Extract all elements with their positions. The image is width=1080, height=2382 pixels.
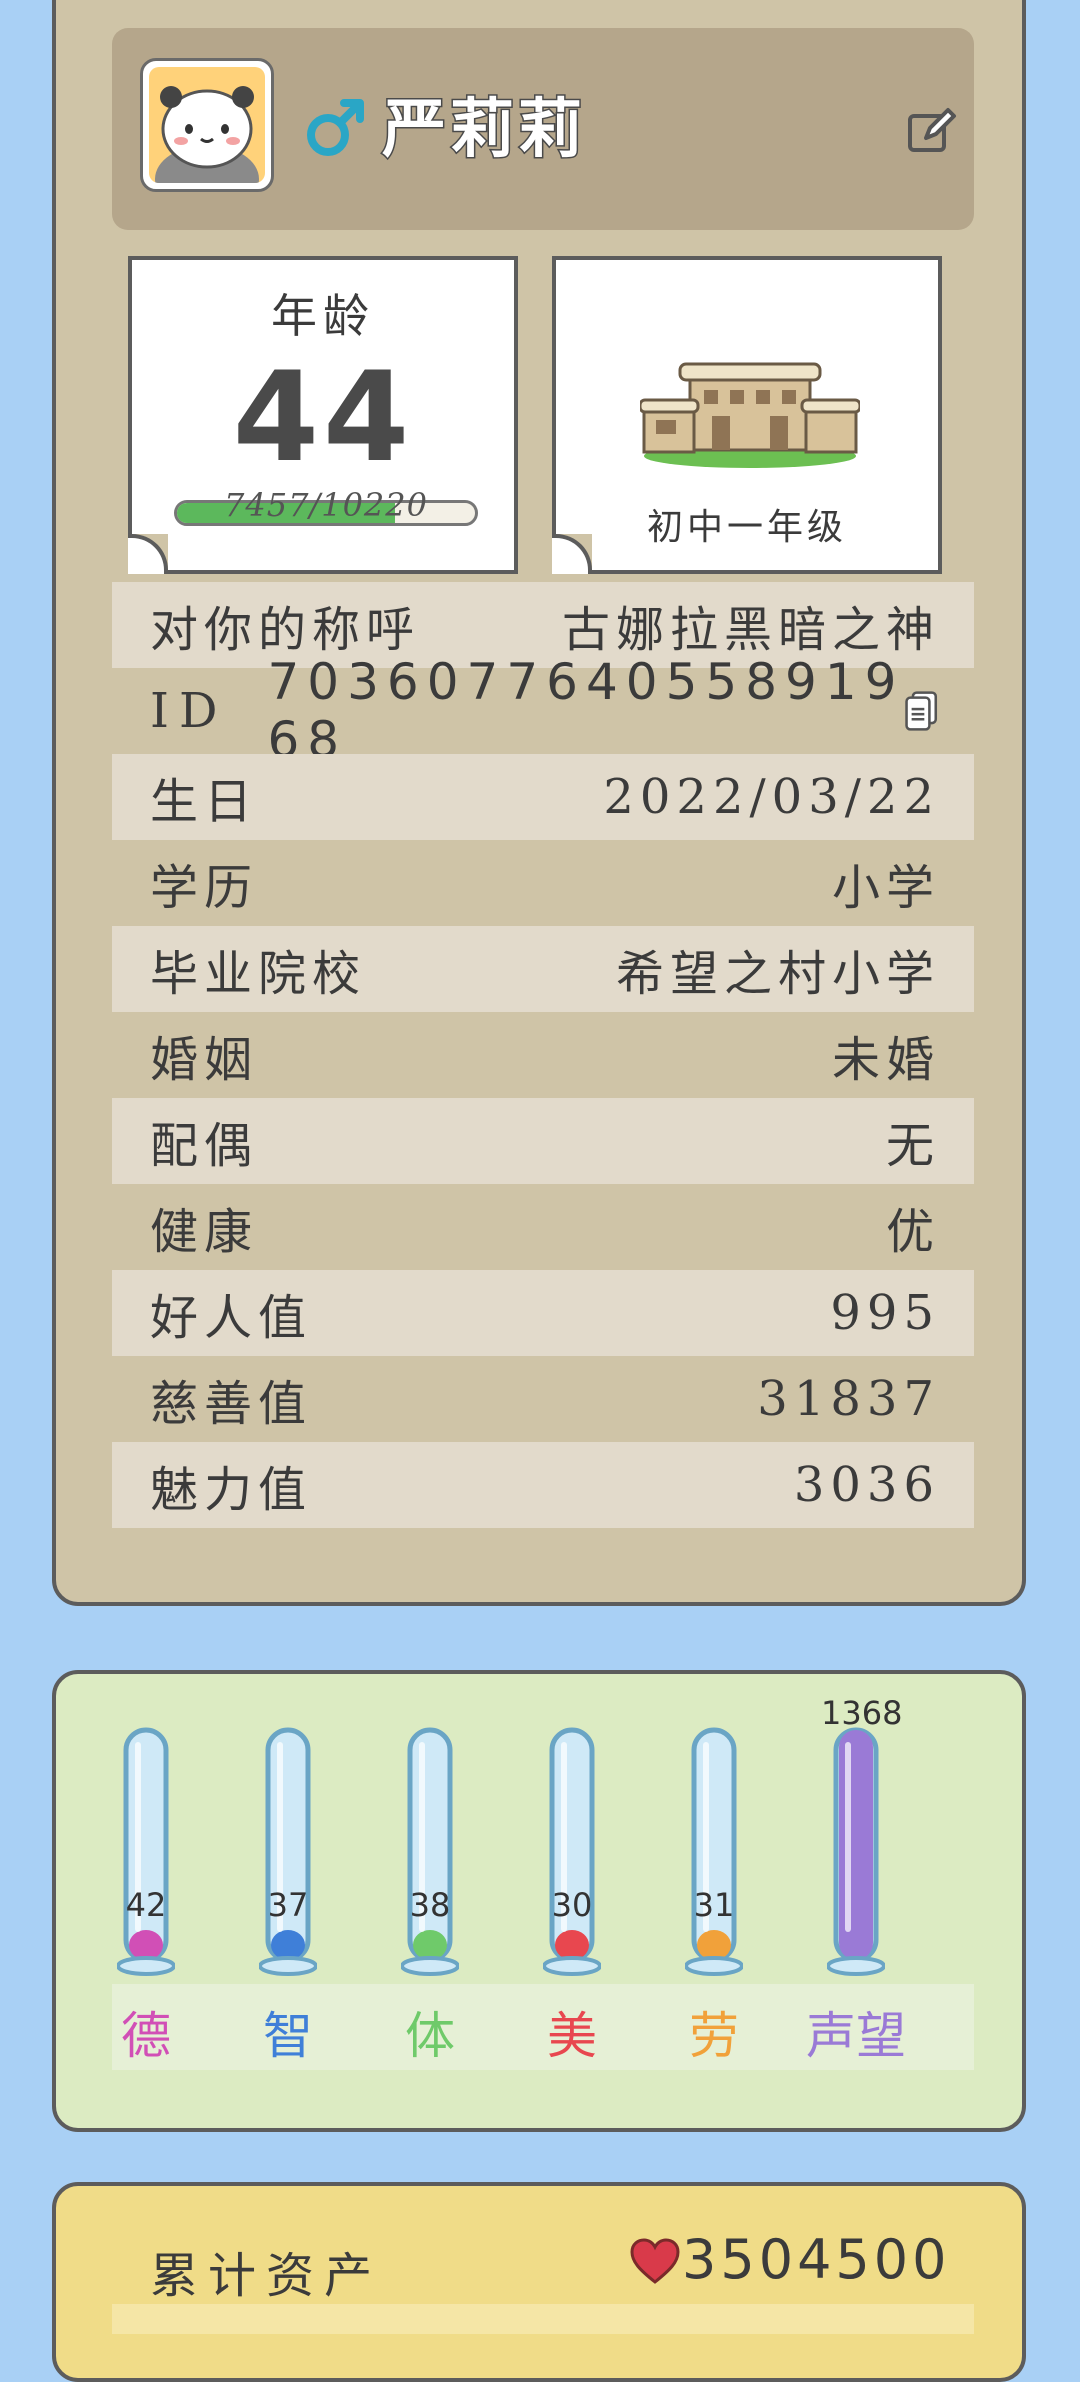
stat-label: 德 (121, 2007, 171, 2065)
stat-value: 38 (409, 1886, 451, 1924)
info-row-spouse: 配偶 无 (112, 1098, 974, 1184)
stat-label: 美 (547, 2007, 597, 2065)
info-label: 魅力值 (150, 1462, 313, 1518)
stats-label-bar: 德 智 体 美 劳 声望 (112, 1984, 974, 2070)
info-row-charm: 魅力值 3036 (112, 1442, 974, 1528)
assets-divider (112, 2304, 974, 2334)
info-value: 3036 (793, 1457, 940, 1513)
stat-label: 劳 (689, 2007, 739, 2065)
edit-pencil-icon[interactable] (904, 102, 960, 158)
heart-icon (630, 2238, 680, 2284)
stat-value: 42 (125, 1886, 167, 1924)
stat-tube-1 (259, 1727, 317, 1976)
stat-value: 31 (693, 1886, 735, 1924)
stat-value: 37 (267, 1886, 309, 1924)
info-value: 古娜拉黑暗之神 (561, 602, 940, 658)
info-row-good-person: 好人值 995 (112, 1270, 974, 1356)
stat-tube-5 (827, 1727, 885, 1976)
info-row-marriage: 婚姻 未婚 (112, 1012, 974, 1098)
info-label: ID (150, 683, 228, 739)
grade-label: 初中一年级 (646, 507, 847, 548)
info-value: 希望之村小学 (615, 946, 940, 1002)
stat-value: 30 (551, 1886, 593, 1924)
stat-label: 智 (263, 2007, 313, 2065)
age-value: 44 (232, 346, 414, 490)
assets-card[interactable]: 累计资产 3504500 (52, 2182, 1026, 2382)
info-label: 配偶 (150, 1118, 259, 1174)
stat-value: 1368 (821, 1694, 903, 1732)
profile-info-list: 对你的称呼 古娜拉黑暗之神 ID 7036077640558919 68 生日 … (112, 582, 974, 1528)
grade-card[interactable]: 初中一年级 (552, 256, 942, 574)
stat-tube-2 (401, 1727, 459, 1976)
info-value: 31837 (757, 1371, 940, 1427)
info-value: 小学 (831, 860, 940, 916)
stat-tube-3 (543, 1727, 601, 1976)
age-label: 年龄 (271, 289, 375, 343)
info-label: 好人值 (150, 1290, 313, 1346)
male-symbol-icon (307, 99, 364, 156)
assets-value: 3504500 (682, 2228, 951, 2291)
stats-tubes: 德 智 体 美 劳 声望 42 37 38 30 31 1368 (112, 1674, 974, 2124)
info-label: 学历 (150, 860, 259, 916)
profile-header: 严莉莉 (112, 28, 974, 230)
info-value: 995 (830, 1285, 940, 1341)
copy-icon[interactable] (904, 678, 940, 744)
panda-avatar-icon[interactable] (140, 58, 274, 192)
info-label: 健康 (150, 1204, 259, 1260)
assets-label: 累计资产 (150, 2248, 383, 2304)
experience-text: 7457/10220 (223, 486, 428, 524)
info-row-education: 学历 小学 (112, 840, 974, 926)
info-row-health: 健康 优 (112, 1184, 974, 1270)
info-row-charity: 慈善值 31837 (112, 1356, 974, 1442)
profile-card: 严莉莉 年龄 44 7457/10220 初中一年级 对你的称呼 古娜拉黑暗之神… (52, 0, 1026, 1606)
info-row-birthday: 生日 2022/03/22 (112, 754, 974, 840)
profile-name: 严莉莉 (381, 91, 586, 169)
info-value-id: 7036077640558919 68 (267, 653, 905, 769)
info-label: 毕业院校 (150, 946, 367, 1002)
stat-label: 声望 (806, 2007, 906, 2065)
info-value: 优 (885, 1204, 940, 1260)
info-label: 生日 (150, 774, 259, 830)
stats-card: 德 智 体 美 劳 声望 42 37 38 30 31 1368 (52, 1670, 1026, 2132)
school-building-icon (640, 362, 860, 468)
info-row-id: ID 7036077640558919 68 (112, 653, 974, 769)
info-value: 2022/03/22 (603, 769, 940, 825)
age-card: 年龄 44 7457/10220 (128, 256, 518, 574)
info-label: 对你的称呼 (150, 602, 421, 658)
stat-tube-0 (117, 1727, 175, 1976)
info-label: 慈善值 (150, 1376, 313, 1432)
info-row-school: 毕业院校 希望之村小学 (112, 926, 974, 1012)
info-value: 无 (885, 1118, 940, 1174)
info-label: 婚姻 (150, 1032, 259, 1088)
stat-tube-4 (685, 1727, 743, 1976)
info-value: 未婚 (831, 1032, 940, 1088)
stat-label: 体 (405, 2007, 455, 2065)
